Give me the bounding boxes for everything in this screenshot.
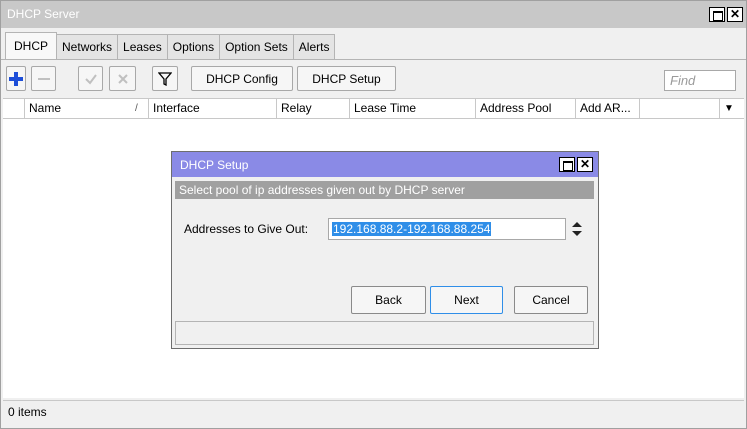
tab-networks[interactable]: Networks: [56, 34, 119, 60]
add-button[interactable]: [6, 66, 26, 91]
dialog-status-bar: [175, 321, 594, 345]
enable-button[interactable]: [78, 66, 103, 91]
table-header: Name / Interface Relay Lease Time Addres…: [3, 98, 744, 119]
disable-button[interactable]: [109, 66, 136, 91]
chevron-down-icon[interactable]: ▼: [720, 99, 744, 118]
tab-bar: DHCP Networks Leases Options Option Sets…: [5, 32, 336, 60]
tab-divider: [1, 59, 746, 60]
column-lease-time[interactable]: Lease Time: [350, 99, 476, 118]
dhcp-config-button[interactable]: DHCP Config: [191, 66, 293, 91]
dhcp-setup-dialog: DHCP Setup ✕ Select pool of ip addresses…: [171, 151, 599, 349]
addresses-label: Addresses to Give Out:: [184, 222, 309, 236]
dialog-info: Select pool of ip addresses given out by…: [175, 181, 594, 199]
column-selector[interactable]: [3, 99, 25, 118]
column-interface[interactable]: Interface: [149, 99, 277, 118]
tab-alerts[interactable]: Alerts: [292, 34, 336, 60]
column-add-arp[interactable]: Add AR...: [576, 99, 640, 118]
dhcp-server-window: DHCP Server ✕ DHCP Networks Leases Optio…: [0, 0, 747, 429]
window-title: DHCP Server: [7, 7, 80, 21]
window-titlebar[interactable]: DHCP Server ✕: [1, 1, 746, 28]
column-name[interactable]: Name: [25, 99, 127, 118]
column-address-pool[interactable]: Address Pool: [476, 99, 576, 118]
addresses-input[interactable]: 192.168.88.2-192.168.88.254: [328, 218, 566, 240]
tab-leases[interactable]: Leases: [117, 34, 168, 60]
filter-button[interactable]: [152, 66, 178, 91]
sort-indicator: /: [127, 99, 149, 118]
remove-button[interactable]: [31, 66, 56, 91]
check-icon: [84, 73, 97, 85]
next-button[interactable]: Next: [430, 286, 503, 314]
dialog-title: DHCP Setup: [180, 158, 249, 172]
column-relay[interactable]: Relay: [277, 99, 350, 118]
find-input[interactable]: Find: [664, 70, 736, 91]
dialog-titlebar[interactable]: DHCP Setup ✕: [172, 152, 598, 177]
status-bar: 0 items: [3, 400, 744, 424]
minus-icon: [37, 77, 50, 80]
maximize-icon[interactable]: [559, 157, 575, 172]
tab-dhcp[interactable]: DHCP: [5, 32, 58, 60]
spinner-arrows-icon[interactable]: [572, 222, 582, 236]
filter-icon: [158, 71, 172, 86]
tab-option-sets[interactable]: Option Sets: [219, 34, 294, 60]
close-icon[interactable]: ✕: [727, 7, 743, 22]
dhcp-setup-button[interactable]: DHCP Setup: [297, 66, 396, 91]
cancel-button[interactable]: Cancel: [514, 286, 588, 314]
back-button[interactable]: Back: [351, 286, 426, 314]
column-blank: [640, 99, 720, 118]
tab-options[interactable]: Options: [166, 34, 221, 60]
close-icon[interactable]: ✕: [577, 157, 593, 172]
cross-icon: [117, 73, 128, 84]
plus-icon: [9, 71, 23, 86]
addresses-value: 192.168.88.2-192.168.88.254: [332, 222, 492, 236]
maximize-icon[interactable]: [709, 7, 725, 22]
